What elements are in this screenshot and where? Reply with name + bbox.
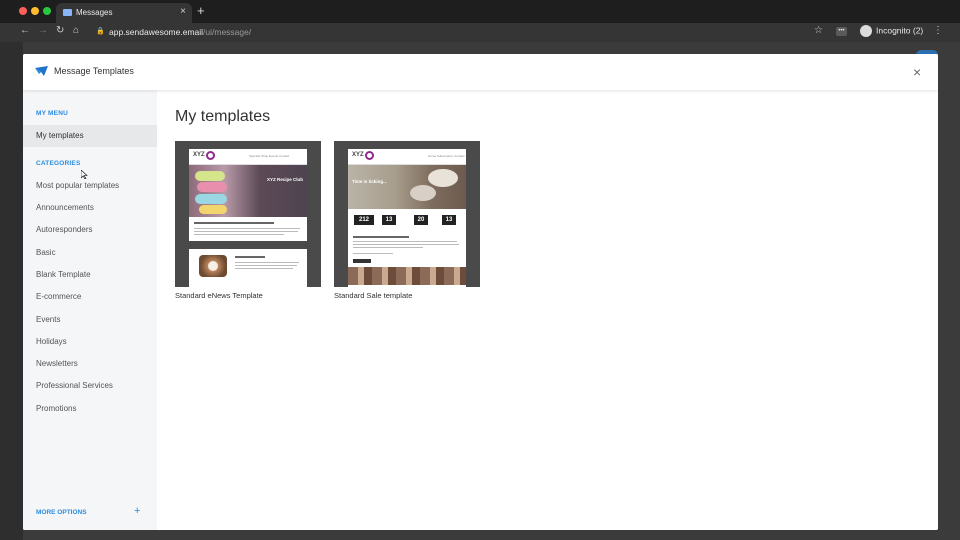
sidebar-item-my-templates[interactable]: My templates (23, 125, 157, 147)
sidebar-item-basic[interactable]: Basic (23, 242, 157, 264)
sidebar-item-e-commerce[interactable]: E-commerce (23, 286, 157, 308)
templates-content: My templates XYZ Specials Shop Events Co… (157, 90, 938, 530)
extension-icon[interactable]: ••• (836, 27, 847, 36)
sidebar-item-blank-template[interactable]: Blank Template (23, 264, 157, 286)
template-name[interactable]: Standard eNews Template (175, 291, 263, 300)
mail-icon (63, 9, 72, 16)
template-thumbnail[interactable]: XYZ Home Subscription Contact Time is ti… (334, 141, 480, 287)
countdown-days: 212 (354, 215, 374, 225)
tab-close-icon[interactable]: × (180, 6, 186, 17)
hero-image: Time is ticking... (348, 165, 466, 209)
my-menu-heading: MY MENU (36, 110, 68, 117)
sidebar-item-promotions[interactable]: Promotions (23, 398, 157, 420)
more-options-button[interactable]: MORE OPTIONS (36, 509, 87, 516)
sidebar-item-autoresponders[interactable]: Autoresponders (23, 219, 157, 241)
browser-tab[interactable]: Messages × (56, 3, 192, 23)
browser-toolbar: ← → ↻ ⌂ 🔒 app.sendawesome.email/ui/messa… (0, 23, 960, 42)
url-host: app.sendawesome.email (109, 27, 204, 37)
template-sidebar: MY MENU My templates CATEGORIES Most pop… (23, 90, 157, 530)
incognito-label: Incognito (2) (876, 25, 924, 36)
page-title: My templates (175, 108, 271, 125)
countdown-minutes: 20 (414, 215, 428, 225)
close-icon[interactable]: × (913, 64, 921, 80)
donut-image (199, 255, 227, 277)
countdown-timer: 212 13 20 13 (348, 209, 466, 231)
hero-text: Time is ticking... (352, 179, 387, 184)
home-icon[interactable]: ⌂ (73, 25, 79, 36)
email-preview: XYZ Specials Shop Events Contact XYZ Rec… (189, 149, 307, 287)
sidebar-item-holidays[interactable]: Holidays (23, 331, 157, 353)
browser-tab-bar: Messages × + (0, 0, 960, 23)
back-icon[interactable]: ← (20, 25, 30, 36)
sidebar-item-announcements[interactable]: Announcements (23, 197, 157, 219)
backdrop-sidebar (0, 42, 23, 540)
countdown-seconds: 13 (442, 215, 456, 225)
hero-title: XYZ Recipe Club (267, 177, 304, 182)
bookmark-star-icon[interactable]: ☆ (814, 25, 823, 36)
brand-text: XYZ (352, 152, 364, 158)
close-window-button[interactable] (19, 7, 27, 15)
hero-image: XYZ Recipe Club (189, 165, 307, 217)
donut-strip-image (348, 267, 466, 285)
sidebar-item-professional-services[interactable]: Professional Services (23, 375, 157, 397)
modal-title: Message Templates (54, 66, 134, 76)
message-templates-modal: Message Templates × MY MENU My templates… (23, 54, 938, 530)
donut-logo-icon (206, 151, 215, 160)
sidebar-item-most-popular[interactable]: Most popular templates (23, 175, 157, 197)
reload-icon[interactable]: ↻ (56, 25, 64, 36)
browser-menu-icon[interactable]: ⋮ (933, 25, 943, 36)
tab-title: Messages (76, 8, 113, 17)
paper-plane-logo-icon (35, 66, 48, 76)
minimize-window-button[interactable] (31, 7, 39, 15)
countdown-hours: 13 (382, 215, 396, 225)
url-path: /ui/message/ (203, 27, 252, 37)
donut-logo-icon (365, 151, 374, 160)
shop-now-button (353, 259, 371, 263)
categories-heading: CATEGORIES (36, 160, 81, 167)
lock-icon: 🔒 (96, 28, 105, 35)
sidebar-item-newsletters[interactable]: Newsletters (23, 353, 157, 375)
plus-icon[interactable]: + (134, 505, 140, 517)
forward-icon[interactable]: → (38, 25, 48, 36)
incognito-indicator[interactable]: Incognito (2) (860, 25, 923, 37)
template-thumbnail[interactable]: XYZ Specials Shop Events Contact XYZ Rec… (175, 141, 321, 287)
incognito-icon (860, 25, 872, 37)
maximize-window-button[interactable] (43, 7, 51, 15)
sidebar-item-events[interactable]: Events (23, 309, 157, 331)
brand-text: XYZ (193, 152, 205, 158)
new-tab-button[interactable]: + (197, 3, 205, 18)
mouse-cursor-icon (81, 170, 88, 179)
email-preview: XYZ Home Subscription Contact Time is ti… (348, 149, 466, 287)
modal-header: Message Templates × (23, 54, 938, 90)
address-bar[interactable]: 🔒 app.sendawesome.email/ui/message/ (92, 26, 827, 40)
template-name[interactable]: Standard Sale template (334, 291, 412, 300)
